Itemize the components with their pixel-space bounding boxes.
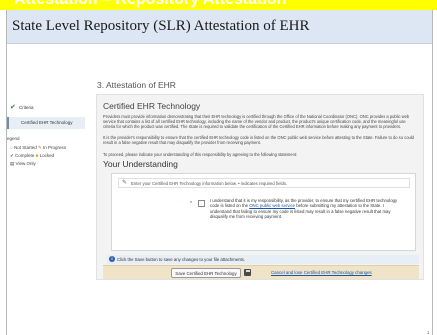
in-progress-icon: ✎ bbox=[37, 145, 42, 150]
understanding-heading: Your Understanding bbox=[103, 159, 178, 169]
sidebar: ✔ Criteria Certified EHR Technology egen… bbox=[7, 92, 85, 292]
not-started-icon: ◌ bbox=[10, 145, 13, 150]
legend-locked: Locked bbox=[39, 153, 55, 158]
complete-icon: ✔ bbox=[10, 153, 14, 158]
action-bar: Save Certified EHR Technology Cancel and… bbox=[103, 265, 419, 279]
legend-in-progress: In Progress bbox=[43, 145, 67, 150]
legend-complete: Complete bbox=[15, 153, 35, 158]
legend-row: ◌ Not Started ✎ In Progress bbox=[10, 145, 66, 151]
acknowledgement-text: I understand that it is my responsibilit… bbox=[210, 198, 398, 220]
sidebar-item-certified-ehr[interactable]: Certified EHR Technology bbox=[7, 117, 85, 129]
sidebar-item-criteria[interactable]: ✔ Criteria bbox=[7, 102, 85, 114]
section-title: Certified EHR Technology bbox=[103, 101, 201, 111]
pencil-icon: ✎ bbox=[122, 180, 128, 186]
responsibility-paragraph: It is the provider's responsibility to e… bbox=[103, 135, 414, 146]
sidebar-item-label: Certified EHR Technology bbox=[21, 120, 73, 125]
page-title: State Level Repository (SLR) Attestation… bbox=[12, 18, 310, 34]
page-header: State Level Repository (SLR) Attestation… bbox=[7, 10, 432, 44]
save-button[interactable]: Save Certified EHR Technology bbox=[171, 268, 241, 278]
check-icon: ✔ bbox=[10, 104, 16, 111]
hint-text: Enter your Certified EHR Technology info… bbox=[131, 181, 288, 186]
top-banner: Attestation – Repository Attestation bbox=[0, 0, 437, 10]
slide-frame: State Level Repository (SLR) Attestation… bbox=[6, 10, 433, 335]
info-text: Click the Save button to save any change… bbox=[117, 257, 246, 262]
instruction-hint: ✎ Enter your Certified EHR Technology in… bbox=[118, 178, 410, 188]
acknowledge-checkbox[interactable] bbox=[198, 200, 205, 207]
legend-header: egend bbox=[7, 136, 20, 141]
required-indicator: * bbox=[190, 201, 192, 207]
proceed-paragraph: To proceed, please indicate your underst… bbox=[103, 152, 298, 157]
legend-view-only: View Only bbox=[15, 161, 36, 166]
cancel-link[interactable]: Cancel and lose Certified EHR Technology… bbox=[271, 270, 372, 275]
legend-row: ▤ View Only bbox=[10, 161, 36, 167]
view-only-icon: ▤ bbox=[10, 161, 15, 166]
understanding-box: ✎ Enter your Certified EHR Technology in… bbox=[111, 173, 416, 251]
legend-not-started: Not Started bbox=[13, 145, 37, 150]
breadcrumb: 3. Attestation of EHR bbox=[97, 80, 176, 90]
info-icon: i bbox=[109, 256, 115, 262]
lock-icon: ■ bbox=[35, 153, 39, 158]
sidebar-item-label: Criteria bbox=[19, 105, 34, 110]
intro-paragraph: Providers must provide information demon… bbox=[103, 114, 410, 130]
banner-text: Attestation – Repository Attestation bbox=[14, 0, 286, 9]
onc-web-service-link[interactable]: ONC public web service bbox=[249, 203, 295, 208]
info-bar: i Click the Save button to save any chan… bbox=[107, 255, 419, 264]
save-disk-icon bbox=[244, 269, 251, 276]
legend-row: ✔ Complete ■ Locked bbox=[10, 153, 54, 159]
page-number: 1 bbox=[427, 330, 430, 335]
main-panel: Certified EHR Technology Providers must … bbox=[96, 94, 424, 280]
